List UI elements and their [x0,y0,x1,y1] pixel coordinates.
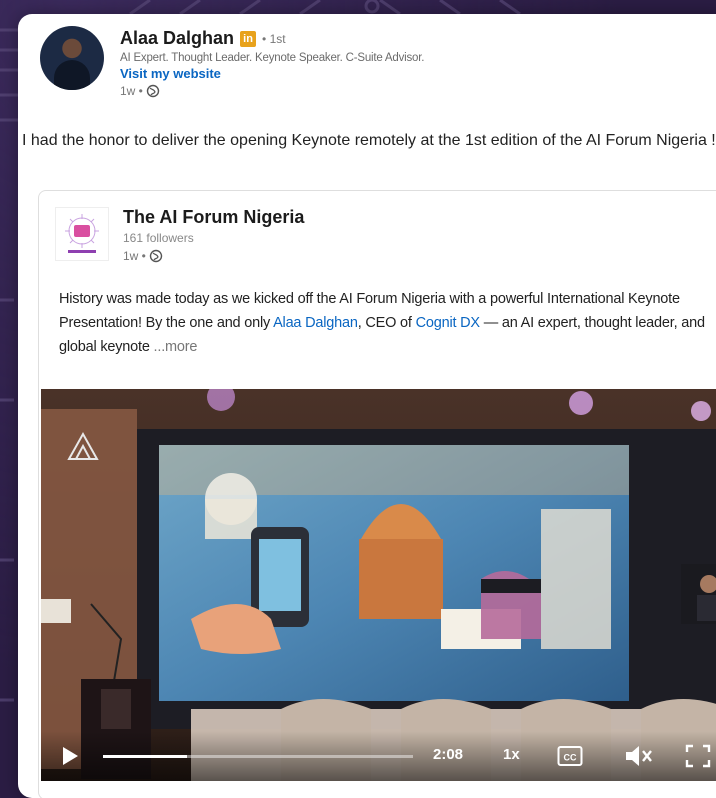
post-text: I had the honor to deliver the opening K… [22,132,716,149]
fullscreen-icon[interactable] [685,744,711,768]
author-meta: Alaa Dalghan in • 1st AI Expert. Thought… [120,28,424,98]
repost-text-part: , CEO of [357,315,416,331]
play-icon[interactable] [61,746,79,766]
cc-text: CC [564,753,577,763]
post-header: Alaa Dalghan in • 1st AI Expert. Thought… [40,26,424,98]
playback-speed-button[interactable]: 1x [503,746,520,763]
org-logo-graphic [65,214,99,253]
repost-time-label: 1w • [123,249,146,263]
repost-time: 1w • [123,249,304,263]
video-progress-fill [103,755,187,758]
org-header: The AI Forum Nigeria 161 followers 1w • [55,207,304,263]
connection-degree: • 1st [262,31,286,46]
video-player[interactable]: 2:08 1x CC [41,389,716,781]
video-time: 2:08 [433,746,464,763]
mention-cognit-dx[interactable]: Cognit DX [416,315,480,331]
video-controls: 2:08 1x CC [41,731,716,781]
name-row: Alaa Dalghan in • 1st [120,28,424,49]
post-time: 1w • [120,84,424,98]
reshared-post[interactable]: The AI Forum Nigeria 161 followers 1w • … [38,190,716,798]
org-name[interactable]: The AI Forum Nigeria [123,207,304,228]
org-meta: The AI Forum Nigeria 161 followers 1w • [123,207,304,263]
visit-website-link[interactable]: Visit my website [120,66,424,81]
linkedin-premium-badge: in [240,30,257,47]
cc-icon[interactable]: CC [557,745,583,767]
post-card: Alaa Dalghan in • 1st AI Expert. Thought… [18,14,716,798]
mute-icon[interactable] [623,743,653,769]
org-followers: 161 followers [123,231,194,245]
video-progress-bar[interactable] [103,755,413,758]
author-headline: AI Expert. Thought Leader. Keynote Speak… [120,52,425,64]
see-more-link[interactable]: ...more [154,339,198,355]
globe-icon [146,84,160,98]
post-time-label: 1w • [120,84,143,98]
mention-alaa-dalghan[interactable]: Alaa Dalghan [273,315,358,331]
author-name[interactable]: Alaa Dalghan [120,28,234,49]
org-logo[interactable] [55,207,109,261]
repost-text: History was made today as we kicked off … [59,287,716,359]
avatar[interactable] [40,26,104,90]
video-frame [41,389,716,781]
globe-icon [149,249,163,263]
